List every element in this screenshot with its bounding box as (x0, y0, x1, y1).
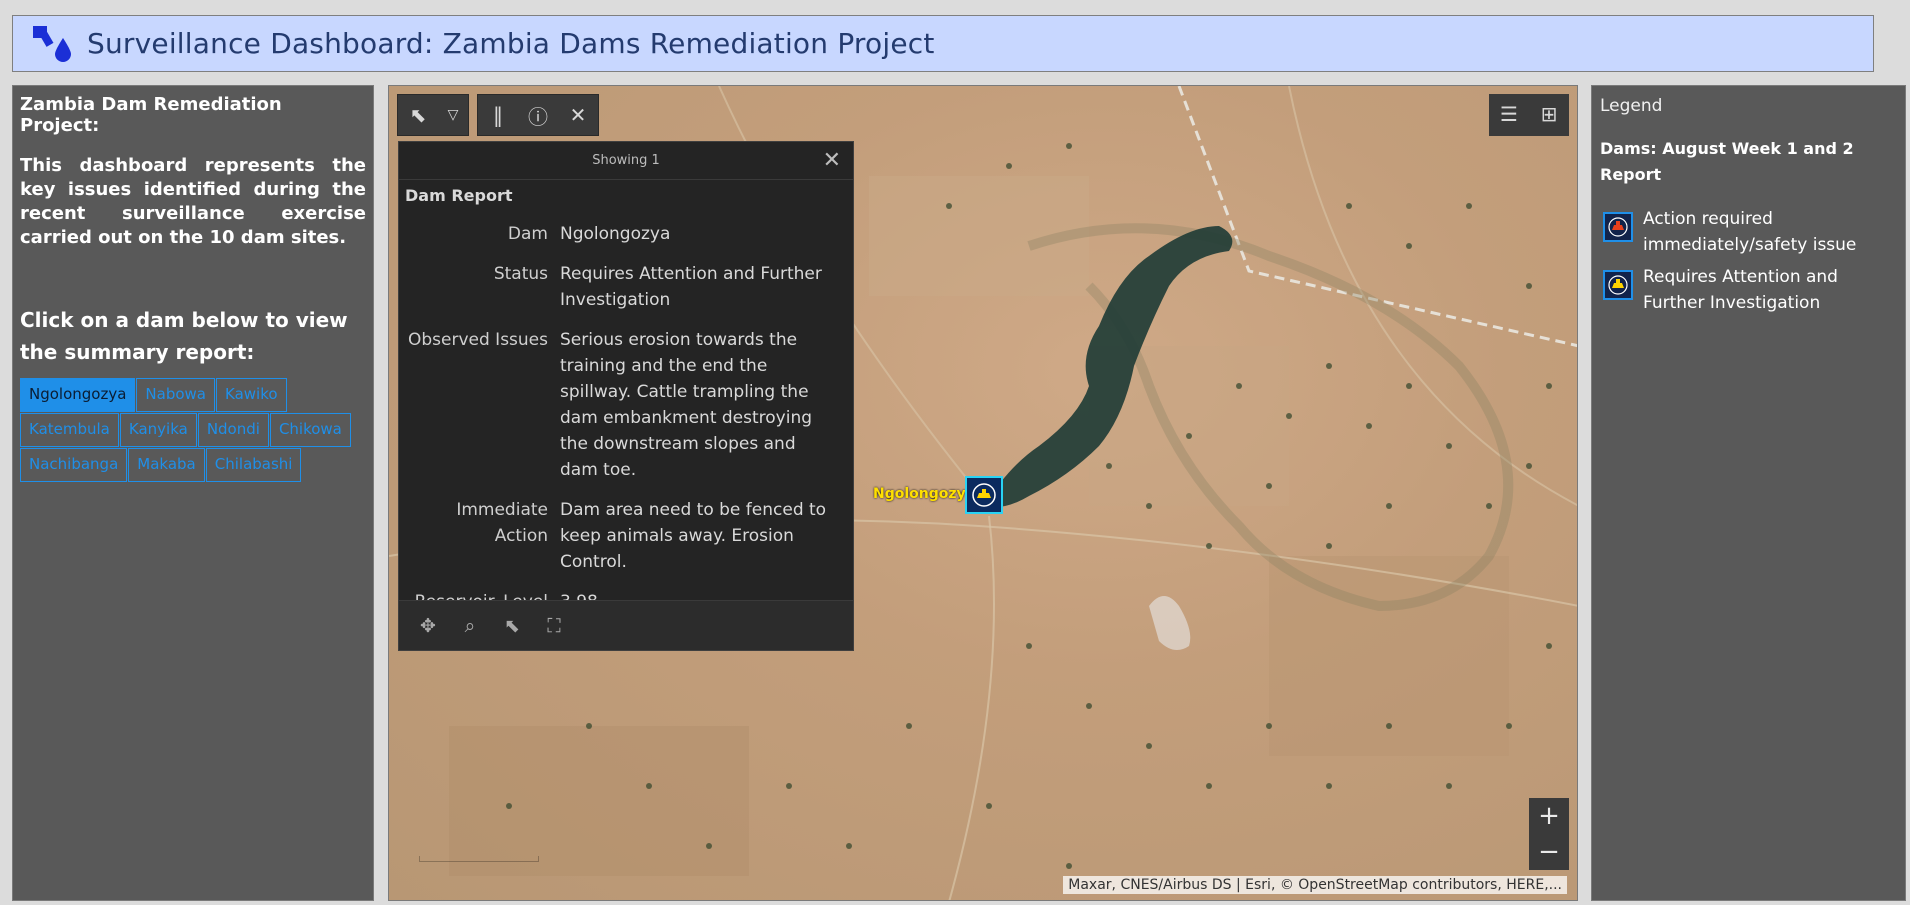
dam-report-popup: Showing 1 ✕ Dam Report Dam Ngolongozya S… (398, 141, 854, 651)
popup-field-table: Dam Ngolongozya Status Requires Attentio… (399, 219, 844, 653)
field-value: Ngolongozya (560, 224, 671, 244)
sidebar-prompt: Click on a dam below to view the summary… (20, 308, 348, 364)
zoom-in-button[interactable]: + (1529, 798, 1569, 834)
popup-close-icon[interactable]: ✕ (823, 148, 841, 173)
legend-item: Requires Attention and Further Investiga… (1600, 264, 1897, 316)
dam-marker-icon[interactable] (965, 476, 1003, 514)
map-attribution[interactable]: Maxar, CNES/Airbus DS | Esri, © OpenStre… (1063, 876, 1567, 894)
popup-title: Dam Report (405, 186, 513, 205)
selection-toolbar: ⬉ ▽ (397, 94, 469, 136)
dam-button-kawiko[interactable]: Kawiko (216, 378, 287, 412)
dam-button-chikowa[interactable]: Chikowa (269, 413, 351, 447)
close-icon[interactable]: ✕ (558, 95, 598, 135)
zoom-out-button[interactable]: − (1529, 834, 1569, 870)
field-key: Dam (507, 224, 548, 244)
field-value: Dam area need to be fenced to keep anima… (560, 500, 827, 572)
action-required-dam-icon (1603, 212, 1633, 242)
chevron-down-icon[interactable]: ▽ (438, 95, 468, 135)
dam-button-katembula[interactable]: Katembula (20, 413, 119, 447)
map-view[interactable]: ⬉ ▽ ‖ ⓘ ✕ Showing 1 ✕ Dam Report Dam Ngo… (388, 85, 1578, 901)
select-tool-icon[interactable]: ⬉ (398, 95, 438, 135)
field-key: Observed Issues (407, 330, 548, 350)
table-row: Observed Issues Serious erosion towards … (399, 325, 844, 495)
table-row: Status Requires Attention and Further In… (399, 259, 844, 325)
dam-button-ngolongozya[interactable]: Ngolongozya (20, 378, 136, 412)
basemap-gallery-icon[interactable]: ⊞ (1529, 94, 1569, 134)
sidebar-description: This dashboard represents the key issues… (20, 155, 366, 248)
dam-button-group: Ngolongozya Nabowa Kawiko Katembula Kany… (20, 378, 360, 483)
select-feature-icon[interactable]: ⬉ (491, 606, 533, 646)
legend-title: Legend (1600, 96, 1663, 116)
popup-actions: ✥ ⌕ ⬉ ⛶ (399, 600, 853, 650)
dam-button-nachibanga[interactable]: Nachibanga (20, 448, 128, 482)
dam-button-ndondi[interactable]: Ndondi (197, 413, 269, 447)
field-key: Status (493, 264, 548, 284)
list-icon[interactable]: ☰ (1489, 94, 1529, 134)
map-widget-toolbar: ☰ ⊞ (1489, 94, 1569, 136)
info-icon[interactable]: ⓘ (518, 95, 558, 135)
popup-header: Showing 1 ✕ (399, 142, 853, 180)
zoom-control: + − (1529, 798, 1569, 870)
scale-bar (419, 856, 539, 862)
requires-attention-dam-icon (1603, 270, 1633, 300)
legend-panel: Legend Dams: August Week 1 and 2 Report … (1591, 85, 1906, 901)
legend-item-label: Action required immediately/safety issue (1643, 209, 1857, 255)
popup-count: Showing 1 (592, 153, 660, 168)
dam-water-logo-icon (27, 16, 83, 72)
field-key: Immediate Action (456, 500, 548, 546)
legend-item-label: Requires Attention and Further Investiga… (1643, 267, 1838, 313)
field-value: Serious erosion towards the training and… (560, 330, 813, 480)
table-row: Dam Ngolongozya (399, 219, 844, 259)
dam-button-nabowa[interactable]: Nabowa (136, 378, 215, 412)
dam-button-kanyika[interactable]: Kanyika (119, 413, 197, 447)
pan-icon[interactable]: ✥ (407, 606, 449, 646)
fullscreen-icon[interactable]: ⛶ (533, 606, 575, 646)
legend-item: Action required immediately/safety issue (1600, 206, 1897, 258)
sidebar-panel: Zambia Dam Remediation Project: This das… (12, 85, 374, 901)
legend-layer-title: Dams: August Week 1 and 2 Report (1600, 139, 1854, 184)
dam-button-makaba[interactable]: Makaba (128, 448, 205, 482)
dock-icon[interactable]: ‖ (478, 95, 518, 135)
page-title: Surveillance Dashboard: Zambia Dams Reme… (87, 27, 935, 60)
table-row: Immediate Action Dam area need to be fen… (399, 495, 844, 587)
zoom-to-icon[interactable]: ⌕ (449, 606, 491, 646)
dam-marker-label: Ngolongozya (873, 486, 976, 502)
dam-button-chilabashi[interactable]: Chilabashi (205, 448, 302, 482)
field-value: Requires Attention and Further Investiga… (560, 264, 822, 310)
app-header: Surveillance Dashboard: Zambia Dams Reme… (12, 15, 1874, 72)
sidebar-heading: Zambia Dam Remediation Project: (20, 94, 282, 136)
popup-toolbar: ‖ ⓘ ✕ (477, 94, 599, 136)
